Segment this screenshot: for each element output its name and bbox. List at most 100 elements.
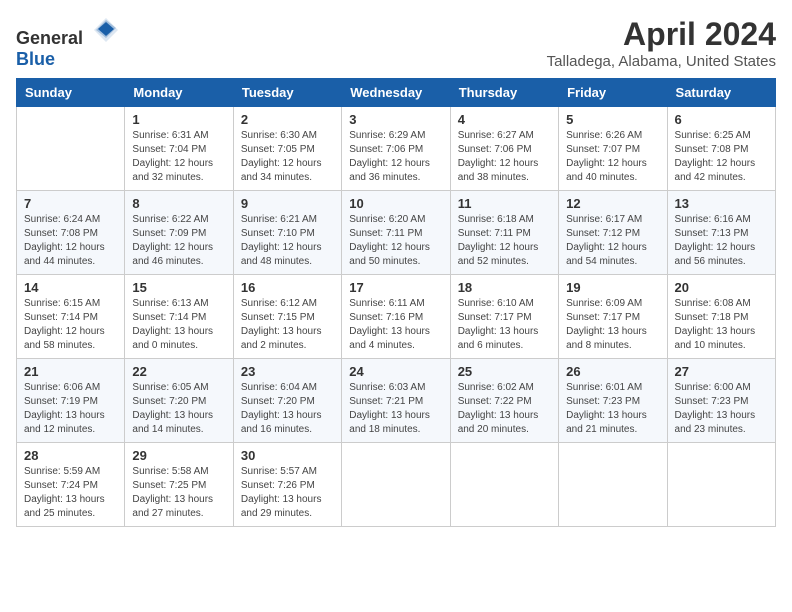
calendar-header-thursday: Thursday (450, 79, 558, 107)
day-info: Sunrise: 5:58 AMSunset: 7:25 PMDaylight:… (132, 465, 225, 521)
day-info: Sunrise: 6:10 AMSunset: 7:17 PMDaylight:… (458, 297, 551, 353)
calendar-header-monday: Monday (125, 79, 233, 107)
calendar-week-3: 14 Sunrise: 6:15 AMSunset: 7:14 PMDayligh… (17, 275, 776, 359)
day-number: 1 (132, 112, 225, 127)
calendar-cell (342, 443, 450, 527)
calendar-cell: 1Sunrise: 6:31 AMSunset: 7:04 PMDaylight… (125, 107, 233, 191)
calendar-cell: 11 Sunrise: 6:18 AMSunset: 7:11 PMDayligh… (450, 191, 558, 275)
calendar-cell: 22Sunrise: 6:05 AMSunset: 7:20 PMDayligh… (125, 359, 233, 443)
calendar-week-5: 28 Sunrise: 5:59 AMSunset: 7:24 PMDayligh… (17, 443, 776, 527)
calendar-cell: 3 Sunrise: 6:29 AMSunset: 7:06 PMDaylight… (342, 107, 450, 191)
day-number: 10 (349, 196, 442, 211)
day-number: 5 (566, 112, 659, 127)
day-number: 12 (566, 196, 659, 211)
day-number: 3 (349, 112, 442, 127)
day-number: 15 (132, 280, 225, 295)
calendar-cell: 24Sunrise: 6:03 AMSunset: 7:21 PMDayligh… (342, 359, 450, 443)
day-info: Sunrise: 6:04 AMSunset: 7:20 PMDaylight:… (241, 381, 334, 437)
day-info: Sunrise: 6:26 AMSunset: 7:07 PMDaylight:… (566, 129, 659, 185)
calendar-cell: 8Sunrise: 6:22 AMSunset: 7:09 PMDaylight… (125, 191, 233, 275)
calendar-cell: 12 Sunrise: 6:17 AMSunset: 7:12 PMDayligh… (559, 191, 667, 275)
day-info: Sunrise: 6:05 AMSunset: 7:20 PMDaylight:… (132, 381, 225, 437)
calendar-cell: 16 Sunrise: 6:12 AMSunset: 7:15 PMDayligh… (233, 275, 341, 359)
logo-blue: Blue (16, 49, 55, 69)
day-number: 8 (132, 196, 225, 211)
day-info: Sunrise: 6:00 AMSunset: 7:23 PMDaylight:… (675, 381, 768, 437)
calendar-cell: 6 Sunrise: 6:25 AMSunset: 7:08 PMDaylight… (667, 107, 775, 191)
calendar-cell: 2Sunrise: 6:30 AMSunset: 7:05 PMDaylight… (233, 107, 341, 191)
calendar-cell: 18Sunrise: 6:10 AMSunset: 7:17 PMDayligh… (450, 275, 558, 359)
day-number: 4 (458, 112, 551, 127)
day-number: 20 (675, 280, 768, 295)
calendar-cell: 5 Sunrise: 6:26 AMSunset: 7:07 PMDaylight… (559, 107, 667, 191)
calendar-cell (450, 443, 558, 527)
calendar-header-sunday: Sunday (17, 79, 125, 107)
day-info: Sunrise: 6:29 AMSunset: 7:06 PMDaylight:… (349, 129, 442, 185)
day-info: Sunrise: 6:06 AMSunset: 7:19 PMDaylight:… (24, 381, 117, 437)
calendar-week-1: 1Sunrise: 6:31 AMSunset: 7:04 PMDaylight… (17, 107, 776, 191)
day-info: Sunrise: 6:11 AMSunset: 7:16 PMDaylight:… (349, 297, 442, 353)
logo-icon (92, 16, 120, 44)
day-number: 6 (675, 112, 768, 127)
day-number: 7 (24, 196, 117, 211)
day-number: 29 (132, 448, 225, 463)
day-info: Sunrise: 6:27 AMSunset: 7:06 PMDaylight:… (458, 129, 551, 185)
calendar-header-saturday: Saturday (667, 79, 775, 107)
month-title: April 2024 (547, 16, 776, 53)
day-info: Sunrise: 6:02 AMSunset: 7:22 PMDaylight:… (458, 381, 551, 437)
header: General Blue April 2024 Talladega, Alaba… (16, 16, 776, 70)
day-number: 27 (675, 364, 768, 379)
calendar-header-row: SundayMondayTuesdayWednesdayThursdayFrid… (17, 79, 776, 107)
calendar-week-2: 7 Sunrise: 6:24 AMSunset: 7:08 PMDaylight… (17, 191, 776, 275)
calendar-week-4: 21 Sunrise: 6:06 AMSunset: 7:19 PMDayligh… (17, 359, 776, 443)
day-number: 19 (566, 280, 659, 295)
day-number: 25 (458, 364, 551, 379)
day-number: 30 (241, 448, 334, 463)
calendar: SundayMondayTuesdayWednesdayThursdayFrid… (16, 78, 776, 527)
calendar-cell: 27 Sunrise: 6:00 AMSunset: 7:23 PMDayligh… (667, 359, 775, 443)
day-info: Sunrise: 6:30 AMSunset: 7:05 PMDaylight:… (241, 129, 334, 185)
day-number: 9 (241, 196, 334, 211)
calendar-header-tuesday: Tuesday (233, 79, 341, 107)
day-number: 14 (24, 280, 117, 295)
logo: General Blue (16, 16, 120, 70)
day-info: Sunrise: 6:17 AMSunset: 7:12 PMDaylight:… (566, 213, 659, 269)
calendar-cell: 14 Sunrise: 6:15 AMSunset: 7:14 PMDayligh… (17, 275, 125, 359)
day-info: Sunrise: 6:25 AMSunset: 7:08 PMDaylight:… (675, 129, 768, 185)
day-number: 17 (349, 280, 442, 295)
day-info: Sunrise: 5:57 AMSunset: 7:26 PMDaylight:… (241, 465, 334, 521)
calendar-header-wednesday: Wednesday (342, 79, 450, 107)
calendar-cell: 26 Sunrise: 6:01 AMSunset: 7:23 PMDayligh… (559, 359, 667, 443)
day-number: 26 (566, 364, 659, 379)
calendar-cell: 29 Sunrise: 5:58 AMSunset: 7:25 PMDayligh… (125, 443, 233, 527)
day-number: 16 (241, 280, 334, 295)
calendar-cell: 17 Sunrise: 6:11 AMSunset: 7:16 PMDayligh… (342, 275, 450, 359)
day-info: Sunrise: 5:59 AMSunset: 7:24 PMDaylight:… (24, 465, 117, 521)
day-number: 24 (349, 364, 442, 379)
calendar-cell: 21 Sunrise: 6:06 AMSunset: 7:19 PMDayligh… (17, 359, 125, 443)
day-number: 23 (241, 364, 334, 379)
day-number: 11 (458, 196, 551, 211)
day-info: Sunrise: 6:01 AMSunset: 7:23 PMDaylight:… (566, 381, 659, 437)
calendar-cell: 20 Sunrise: 6:08 AMSunset: 7:18 PMDayligh… (667, 275, 775, 359)
calendar-cell: 13Sunrise: 6:16 AMSunset: 7:13 PMDayligh… (667, 191, 775, 275)
day-info: Sunrise: 6:18 AMSunset: 7:11 PMDaylight:… (458, 213, 551, 269)
calendar-cell: 19 Sunrise: 6:09 AMSunset: 7:17 PMDayligh… (559, 275, 667, 359)
calendar-cell: 4 Sunrise: 6:27 AMSunset: 7:06 PMDaylight… (450, 107, 558, 191)
day-info: Sunrise: 6:15 AMSunset: 7:14 PMDaylight:… (24, 297, 117, 353)
day-info: Sunrise: 6:13 AMSunset: 7:14 PMDaylight:… (132, 297, 225, 353)
day-info: Sunrise: 6:21 AMSunset: 7:10 PMDaylight:… (241, 213, 334, 269)
day-info: Sunrise: 6:09 AMSunset: 7:17 PMDaylight:… (566, 297, 659, 353)
calendar-cell: 15 Sunrise: 6:13 AMSunset: 7:14 PMDayligh… (125, 275, 233, 359)
logo-text: General Blue (16, 16, 120, 70)
day-info: Sunrise: 6:24 AMSunset: 7:08 PMDaylight:… (24, 213, 117, 269)
day-number: 21 (24, 364, 117, 379)
calendar-cell (17, 107, 125, 191)
calendar-cell: 25 Sunrise: 6:02 AMSunset: 7:22 PMDayligh… (450, 359, 558, 443)
day-info: Sunrise: 6:08 AMSunset: 7:18 PMDaylight:… (675, 297, 768, 353)
calendar-cell (667, 443, 775, 527)
calendar-cell (559, 443, 667, 527)
calendar-cell: 10Sunrise: 6:20 AMSunset: 7:11 PMDayligh… (342, 191, 450, 275)
day-info: Sunrise: 6:12 AMSunset: 7:15 PMDaylight:… (241, 297, 334, 353)
day-number: 28 (24, 448, 117, 463)
